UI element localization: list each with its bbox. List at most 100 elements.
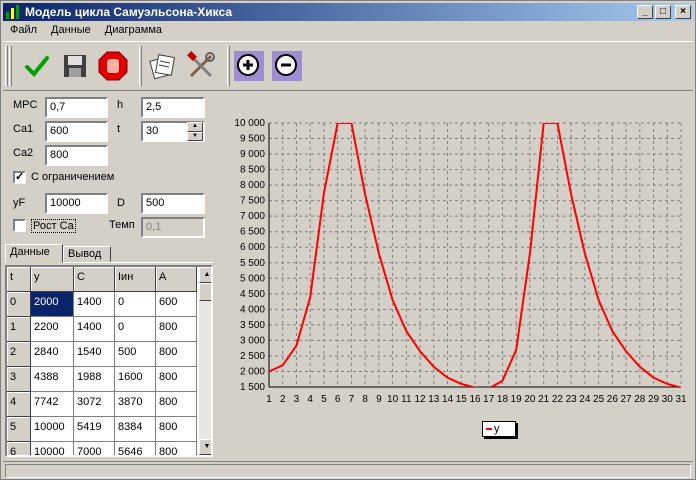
app-icon [6, 5, 19, 19]
x-tick-label: 15 [456, 394, 468, 405]
toolbar-grip[interactable] [5, 46, 8, 86]
row-index: 2 [7, 342, 31, 367]
table-cell[interactable]: 1400 [74, 292, 115, 317]
zoom-out-button[interactable] [269, 48, 305, 84]
x-tick-label: 16 [469, 394, 481, 405]
title-bar[interactable]: Модель цикла Самуэльсона-Хикса _ □ × [3, 3, 693, 21]
d-input[interactable]: 500 [141, 193, 205, 214]
yf-input[interactable]: 10000 [45, 193, 108, 214]
table-cell[interactable]: 10000 [31, 417, 74, 442]
t-spinner[interactable]: ▲ ▼ [187, 122, 203, 141]
x-tick-label: 8 [362, 394, 368, 405]
toolbar-separator [227, 46, 230, 86]
ca1-input[interactable]: 600 [45, 121, 108, 142]
y-tick-label: 2 000 [240, 366, 265, 377]
row-index: 4 [7, 392, 31, 417]
settings-button[interactable] [183, 48, 219, 84]
window-title: Модель цикла Самуэльсона-Хикса [25, 5, 233, 19]
maximize-button[interactable]: □ [655, 5, 671, 19]
y-tick-label: 5 500 [240, 258, 265, 269]
table-cell[interactable]: 800 [156, 417, 197, 442]
mpc-input[interactable]: 0,7 [45, 97, 108, 118]
report-button[interactable] [145, 48, 181, 84]
h-input[interactable]: 2,5 [141, 97, 205, 118]
table-cell[interactable]: 0 [115, 292, 156, 317]
table-cell[interactable]: 2000 [31, 292, 74, 317]
save-button[interactable] [57, 48, 93, 84]
table-cell[interactable]: 1988 [74, 367, 115, 392]
table-cell[interactable]: 800 [156, 442, 197, 455]
y-tick-label: 1 500 [240, 382, 265, 393]
y-tick-label: 6 500 [240, 227, 265, 238]
documents-icon [149, 54, 176, 80]
cycle-chart: 1 500 2 000 2 500 3 000 3 500 4 000 4 500 5 000… [234, 118, 687, 405]
toolbar [3, 41, 693, 91]
h-label: h [117, 99, 124, 111]
table-cell[interactable]: 7000 [74, 442, 115, 455]
x-tick-label: 13 [428, 394, 440, 405]
growth-checkbox[interactable] [13, 219, 26, 232]
status-bar [3, 461, 693, 479]
toolbar-grip[interactable] [9, 46, 12, 86]
close-button[interactable]: × [675, 5, 691, 19]
zoom-in-icon [234, 51, 264, 81]
table-cell[interactable]: 4388 [31, 367, 74, 392]
menu-chart[interactable]: Диаграмма [98, 22, 169, 40]
zoom-in-button[interactable] [231, 48, 267, 84]
table-cell[interactable]: 1400 [74, 317, 115, 342]
table-cell[interactable]: 500 [115, 342, 156, 367]
spin-down-icon[interactable]: ▼ [187, 131, 203, 141]
x-tick-label: 20 [524, 394, 536, 405]
scroll-thumb[interactable] [199, 283, 211, 301]
legend-label: y [494, 423, 500, 435]
header-iin[interactable]: Iин [115, 267, 156, 292]
data-grid[interactable]: t y C Iин A 0 2000 1400 0 600 1 2200 140… [5, 265, 213, 457]
table-cell[interactable]: 0 [115, 317, 156, 342]
table-cell[interactable]: 800 [156, 367, 197, 392]
x-tick-label: 21 [538, 394, 550, 405]
scroll-down-icon[interactable]: ▼ [199, 439, 211, 455]
table-cell[interactable]: 7742 [31, 392, 74, 417]
header-y[interactable]: y [31, 267, 74, 292]
table-cell[interactable]: 2200 [31, 317, 74, 342]
header-a[interactable]: A [156, 267, 197, 292]
table-cell[interactable]: 10000 [31, 442, 74, 455]
table-cell[interactable]: 3870 [115, 392, 156, 417]
table-cell[interactable]: 1540 [74, 342, 115, 367]
y-tick-label: 8 000 [240, 180, 265, 191]
x-tick-label: 2 [280, 394, 286, 405]
menu-file[interactable]: Файл [3, 22, 44, 40]
table-cell[interactable]: 2840 [31, 342, 74, 367]
menu-data[interactable]: Данные [44, 22, 98, 40]
menu-bar: Файл Данные Диаграмма [3, 22, 169, 40]
spin-up-icon[interactable]: ▲ [187, 122, 203, 132]
limit-checkbox[interactable]: ✓ [13, 171, 26, 184]
table-cell[interactable]: 600 [156, 292, 197, 317]
row-index: 6 [7, 442, 31, 455]
stop-button[interactable] [95, 48, 131, 84]
table-cell[interactable]: 800 [156, 317, 197, 342]
table-cell[interactable]: 800 [156, 392, 197, 417]
legend-swatch [486, 428, 492, 430]
header-t[interactable]: t [7, 267, 31, 292]
tab-output[interactable]: Вывод [63, 246, 111, 262]
x-tick-label: 6 [335, 394, 341, 405]
table-cell[interactable]: 5419 [74, 417, 115, 442]
mpc-label: MPC [13, 99, 38, 111]
table-cell[interactable]: 3072 [74, 392, 115, 417]
tab-data[interactable]: Данные [5, 244, 63, 263]
table-cell[interactable]: 5646 [115, 442, 156, 455]
stop-hand-icon [98, 51, 128, 81]
header-c[interactable]: C [74, 267, 115, 292]
minimize-button[interactable]: _ [637, 5, 653, 19]
scroll-up-icon[interactable]: ▲ [199, 267, 211, 283]
table-cell[interactable]: 800 [156, 342, 197, 367]
y-tick-label: 4 500 [240, 289, 265, 300]
table-cell[interactable]: 8384 [115, 417, 156, 442]
ca2-input[interactable]: 800 [45, 145, 108, 166]
y-tick-label: 7 000 [240, 211, 265, 222]
grid-scrollbar[interactable]: ▲ ▼ [199, 267, 211, 455]
table-cell[interactable]: 1600 [115, 367, 156, 392]
apply-button[interactable] [19, 48, 55, 84]
limit-label: С ограничением [31, 171, 115, 183]
